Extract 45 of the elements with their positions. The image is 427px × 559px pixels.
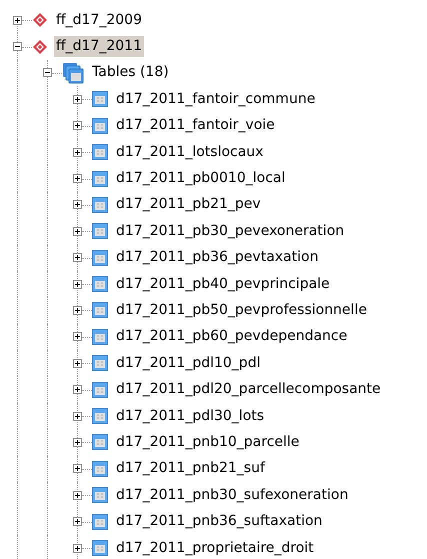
expand-icon[interactable] <box>72 490 82 500</box>
expand-icon[interactable] <box>12 16 22 25</box>
expand-icon[interactable] <box>72 464 82 474</box>
expand-icon[interactable] <box>72 280 82 289</box>
tree-item-label[interactable]: d17_2011_proprietaire_droit <box>114 538 316 558</box>
tree-item-label[interactable]: d17_2011_pnb10_parcelle <box>114 432 302 453</box>
tree-item-label[interactable]: d17_2011_pdl30_lots <box>114 406 266 427</box>
stacked-tables-icon <box>62 62 84 84</box>
tree-item-label[interactable]: d17_2011_pnb30_sufexoneration <box>114 484 350 506</box>
expand-icon[interactable] <box>72 385 82 394</box>
expand-icon[interactable] <box>72 121 82 130</box>
expand-icon[interactable] <box>72 544 82 552</box>
expand-icon[interactable] <box>72 358 82 368</box>
collapse-icon[interactable] <box>12 42 22 52</box>
expand-icon[interactable] <box>72 253 82 262</box>
diamond-icon <box>32 38 48 55</box>
tree-item-label[interactable]: d17_2011_pb36_pevtaxation <box>114 247 320 268</box>
tree-item-label[interactable]: d17_2011_lotslocaux <box>114 142 266 163</box>
expand-icon[interactable] <box>72 517 82 526</box>
expand-icon[interactable] <box>72 412 82 421</box>
expand-icon[interactable] <box>72 174 82 184</box>
tree-item-label[interactable]: ff_d17_2011 <box>54 36 144 58</box>
tree-item-label[interactable]: d17_2011_fantoir_voie <box>114 115 277 136</box>
expand-icon[interactable] <box>72 200 82 210</box>
diamond-icon <box>32 12 48 28</box>
expand-icon[interactable] <box>72 438 82 447</box>
tree-item-label[interactable]: d17_2011_fantoir_commune <box>114 88 318 110</box>
tree-item-label[interactable]: d17_2011_pb0010_local <box>114 168 288 190</box>
expand-icon[interactable] <box>72 306 82 315</box>
tree-item-label[interactable]: ff_d17_2009 <box>54 10 144 31</box>
tree-item-label[interactable]: d17_2011_pb60_pevdependance <box>114 326 350 348</box>
expand-icon[interactable] <box>72 148 82 157</box>
tree-item-label[interactable]: d17_2011_pb30_pevexoneration <box>114 220 346 242</box>
expand-icon[interactable] <box>72 332 82 342</box>
tree-item-label[interactable]: d17_2011_pnb21_suf <box>114 458 267 480</box>
collapse-icon[interactable] <box>42 68 52 78</box>
tree-item-label[interactable]: d17_2011_pnb36_suftaxation <box>114 511 324 532</box>
tree-item-label[interactable]: d17_2011_pb50_pevprofessionnelle <box>114 300 369 321</box>
expand-icon[interactable] <box>72 226 82 236</box>
tree-item-label[interactable]: d17_2011_pdl10_pdl <box>114 352 262 374</box>
tree-item-label[interactable]: d17_2011_pb40_pevprincipale <box>114 274 332 295</box>
expand-icon[interactable] <box>72 94 82 104</box>
tree-item-label[interactable]: Tables (18) <box>90 62 171 84</box>
tree-item-label[interactable]: d17_2011_pb21_pev <box>114 194 263 216</box>
tree-item-label[interactable]: d17_2011_pdl20_parcellecomposante <box>114 379 383 400</box>
